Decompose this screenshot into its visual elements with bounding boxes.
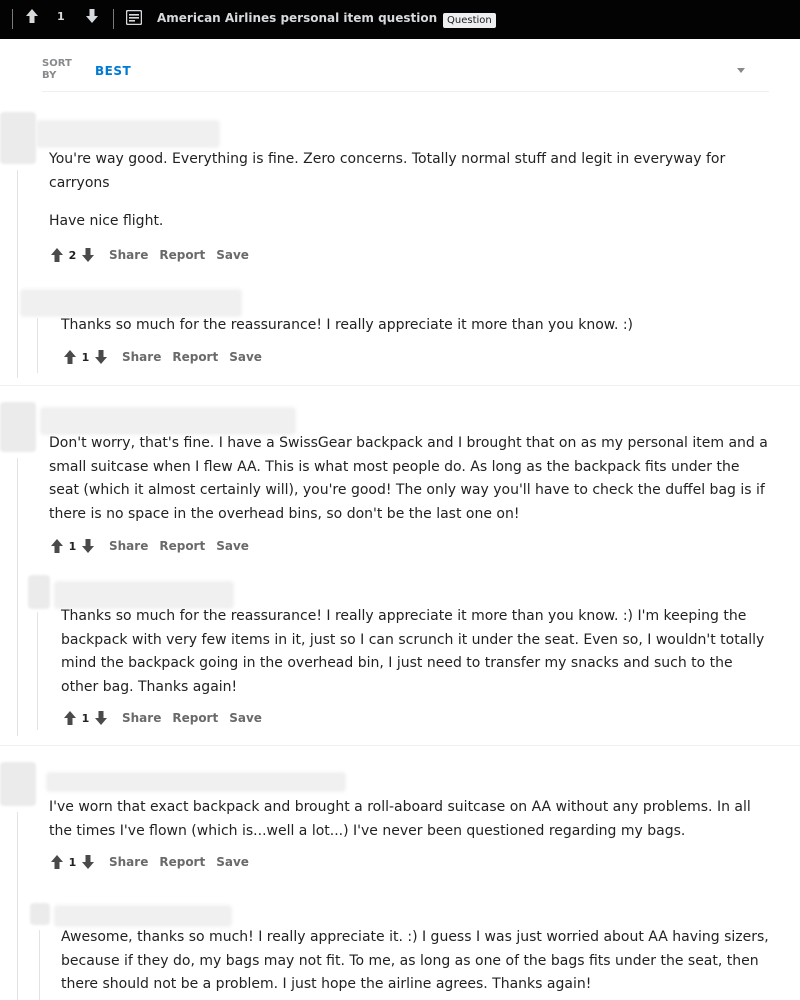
save-button[interactable]: Save bbox=[216, 248, 249, 262]
downvote-arrow-down-icon[interactable] bbox=[81, 247, 95, 263]
report-button[interactable]: Report bbox=[159, 539, 205, 553]
avatar[interactable] bbox=[30, 903, 50, 925]
comment-body: Thanks so much for the reassurance! I re… bbox=[61, 605, 771, 699]
comment-body: You're way good. Everything is fine. Zer… bbox=[49, 148, 769, 234]
upvote-arrow-up-icon[interactable] bbox=[50, 538, 64, 554]
thread-line[interactable] bbox=[17, 458, 18, 736]
share-button[interactable]: Share bbox=[109, 855, 148, 869]
thread-divider bbox=[0, 745, 800, 746]
post-top-bar: 1 American Airlines personal item questi… bbox=[0, 0, 800, 39]
comment-body: I've worn that exact backpack and brough… bbox=[49, 796, 769, 843]
comment-score: 2 bbox=[68, 248, 77, 262]
downvote-arrow-down-icon[interactable] bbox=[81, 854, 95, 870]
avatar[interactable] bbox=[0, 762, 36, 806]
share-button[interactable]: Share bbox=[109, 248, 148, 262]
report-button[interactable]: Report bbox=[159, 248, 205, 262]
downvote-arrow-down-icon[interactable] bbox=[94, 349, 108, 365]
comment-actions: 1 Share Report Save bbox=[50, 852, 249, 872]
share-button[interactable]: Share bbox=[109, 539, 148, 553]
upvote-arrow-up-icon[interactable] bbox=[50, 247, 64, 263]
downvote-arrow-down-icon[interactable] bbox=[85, 8, 99, 24]
username-redacted[interactable] bbox=[46, 772, 346, 792]
comment-body: Don't worry, that's fine. I have a Swiss… bbox=[49, 432, 769, 526]
username-redacted[interactable] bbox=[20, 289, 242, 317]
comment-actions: 1 Share Report Save bbox=[63, 347, 262, 367]
comment-paragraph: Thanks so much for the reassurance! I re… bbox=[61, 608, 765, 695]
top-bar-divider bbox=[12, 9, 13, 29]
username-redacted[interactable] bbox=[40, 407, 296, 435]
downvote-arrow-down-icon[interactable] bbox=[81, 538, 95, 554]
comment-paragraph: Awesome, thanks so much! I really apprec… bbox=[61, 929, 769, 992]
comment-score: 1 bbox=[68, 539, 77, 553]
avatar[interactable] bbox=[0, 402, 36, 452]
top-bar-divider bbox=[113, 9, 114, 29]
sort-label: SORT BY bbox=[42, 58, 72, 81]
caret-down-icon[interactable] bbox=[737, 68, 745, 73]
share-button[interactable]: Share bbox=[122, 350, 161, 364]
thread-line[interactable] bbox=[39, 930, 40, 1000]
save-button[interactable]: Save bbox=[229, 350, 262, 364]
thread-line[interactable] bbox=[17, 170, 18, 378]
thread-line[interactable] bbox=[17, 812, 18, 1000]
comment-score: 1 bbox=[81, 350, 90, 364]
upvote-arrow-up-icon[interactable] bbox=[63, 710, 77, 726]
save-button[interactable]: Save bbox=[216, 539, 249, 553]
comment-score: 1 bbox=[68, 855, 77, 869]
thread-line[interactable] bbox=[37, 612, 38, 730]
post-text-icon bbox=[126, 10, 142, 25]
comment-actions: 1 Share Report Save bbox=[50, 536, 249, 556]
upvote-arrow-up-icon[interactable] bbox=[25, 8, 39, 24]
share-button[interactable]: Share bbox=[122, 711, 161, 725]
save-button[interactable]: Save bbox=[216, 855, 249, 869]
sort-dropdown-value[interactable]: BEST bbox=[95, 64, 131, 78]
avatar[interactable] bbox=[0, 112, 36, 164]
post-flair-badge[interactable]: Question bbox=[443, 13, 496, 28]
comment-score: 1 bbox=[81, 711, 90, 725]
upvote-arrow-up-icon[interactable] bbox=[50, 854, 64, 870]
save-button[interactable]: Save bbox=[229, 711, 262, 725]
report-button[interactable]: Report bbox=[172, 350, 218, 364]
comment-paragraph: Don't worry, that's fine. I have a Swiss… bbox=[49, 435, 768, 522]
downvote-arrow-down-icon[interactable] bbox=[94, 710, 108, 726]
comment-body: Awesome, thanks so much! I really apprec… bbox=[61, 926, 771, 997]
comment-body: Thanks so much for the reassurance! I re… bbox=[61, 314, 761, 338]
comment-actions: 1 Share Report Save bbox=[63, 708, 262, 728]
avatar[interactable] bbox=[28, 575, 50, 609]
comment-paragraph: Have nice flight. bbox=[49, 213, 164, 229]
thread-divider bbox=[0, 385, 800, 386]
comment-paragraph: I've worn that exact backpack and brough… bbox=[49, 799, 751, 839]
comment-sort-bar: SORT BY BEST bbox=[42, 52, 769, 92]
report-button[interactable]: Report bbox=[159, 855, 205, 869]
post-title[interactable]: American Airlines personal item question bbox=[157, 11, 437, 25]
comment-paragraph: Thanks so much for the reassurance! I re… bbox=[61, 317, 634, 333]
username-redacted[interactable] bbox=[54, 905, 232, 927]
upvote-arrow-up-icon[interactable] bbox=[63, 349, 77, 365]
report-button[interactable]: Report bbox=[172, 711, 218, 725]
comment-paragraph: You're way good. Everything is fine. Zer… bbox=[49, 151, 726, 191]
comment-actions: 2 Share Report Save bbox=[50, 245, 249, 265]
username-redacted[interactable] bbox=[36, 120, 220, 148]
thread-line[interactable] bbox=[37, 318, 38, 373]
post-score: 1 bbox=[57, 10, 65, 23]
